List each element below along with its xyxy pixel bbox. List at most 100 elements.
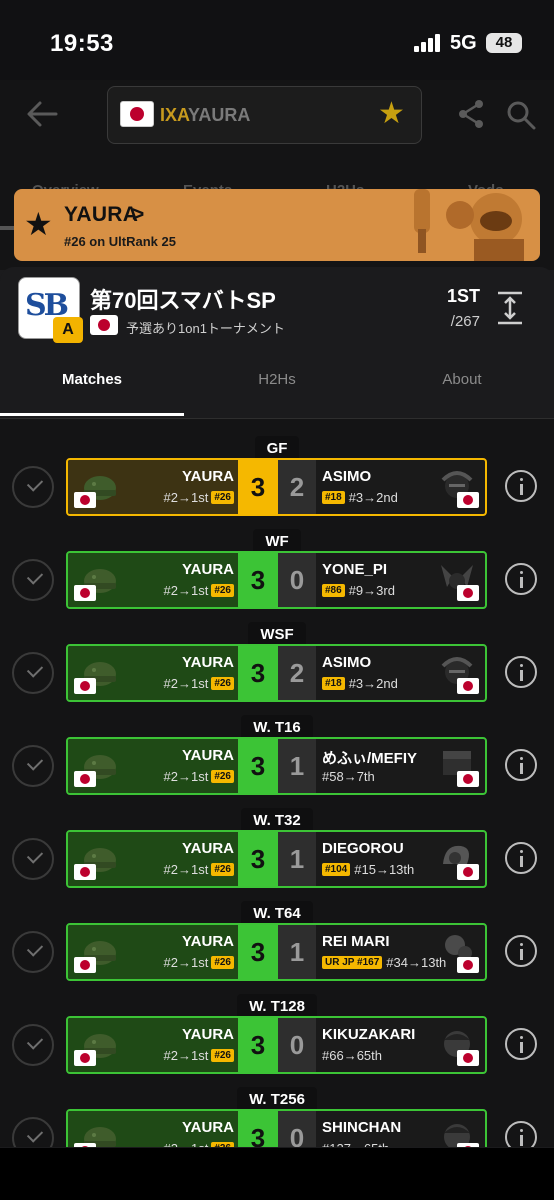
winner-name[interactable]: YAURA [182, 747, 234, 764]
match-row[interactable]: W. T128 YAURA #2→1st #26 3 0 KIKUZAKARI … [0, 994, 554, 1087]
back-arrow-icon[interactable] [24, 96, 60, 132]
loser-name[interactable]: REI MARI [322, 933, 390, 950]
active-tab-underline [0, 413, 184, 416]
match-row[interactable]: WSF YAURA #2→1st #26 3 2 ASIMO #18 #3→2n… [0, 622, 554, 715]
loser-seed-text: #9→3rd [348, 583, 395, 598]
match-card[interactable]: YAURA #2→1st #26 3 2 ASIMO #18 #3→2nd [66, 458, 487, 516]
loser-seed: #58→7th [322, 769, 375, 784]
japan-flag-icon [457, 1050, 479, 1066]
info-icon[interactable] [505, 470, 537, 502]
winner-seed: #2→1st #26 [164, 862, 234, 877]
info-icon[interactable] [505, 1121, 537, 1147]
japan-flag-icon [74, 492, 96, 508]
winner-score: 3 [238, 553, 278, 607]
info-icon[interactable] [505, 563, 537, 595]
winner-name[interactable]: YAURA [182, 933, 234, 950]
info-icon[interactable] [505, 1028, 537, 1060]
loser-score: 0 [278, 1018, 316, 1072]
check-icon[interactable] [12, 1024, 54, 1066]
check-icon[interactable] [12, 466, 54, 508]
tournament-subtitle: 予選あり1on1トーナメント [126, 321, 285, 336]
loser-name[interactable]: ASIMO [322, 654, 371, 671]
match-row[interactable]: W. T32 YAURA #2→1st #26 3 1 DIEGOROU #10… [0, 808, 554, 901]
check-icon[interactable] [12, 559, 54, 601]
match-row[interactable]: WF YAURA #2→1st #26 3 0 YONE_PI #86 #9→3… [0, 529, 554, 622]
winner-seed-text: #2→1st [163, 676, 209, 691]
winner-name[interactable]: YAURA [182, 561, 234, 578]
winner-score: 3 [238, 460, 278, 514]
winner-score: 3 [238, 1018, 278, 1072]
winner-name[interactable]: YAURA [182, 468, 234, 485]
player-search-pill[interactable]: IXA YAURA ★ [107, 86, 422, 144]
loser-score: 1 [278, 925, 316, 979]
winner-side: YAURA #2→1st #26 [68, 553, 238, 607]
winner-name[interactable]: YAURA [182, 654, 234, 671]
match-row[interactable]: GF YAURA #2→1st #26 3 2 ASIMO #18 #3→2nd [0, 436, 554, 529]
tournament-title: 第70回スマバトSP [90, 288, 276, 313]
match-card[interactable]: YAURA #2→1st #26 3 0 KIKUZAKARI #66→65th [66, 1016, 487, 1074]
japan-flag-icon [74, 678, 96, 694]
loser-seed: #18 #3→2nd [322, 676, 398, 691]
info-icon[interactable] [505, 935, 537, 967]
match-card[interactable]: YAURA #2→1st #26 3 0 SHINCHAN #127→65th [66, 1109, 487, 1147]
loser-name[interactable]: めふぃ/MEFIY [322, 747, 417, 768]
check-icon[interactable] [12, 931, 54, 973]
loser-name[interactable]: KIKUZAKARI [322, 1026, 415, 1043]
expand-icon[interactable] [494, 291, 526, 325]
search-icon[interactable] [506, 100, 536, 130]
rank-banner[interactable]: ★ YAURA > #26 on UltRank 25 [14, 189, 540, 261]
loser-seed: #18 #3→2nd [322, 490, 398, 505]
match-card[interactable]: YAURA #2→1st #26 3 0 YONE_PI #86 #9→3rd [66, 551, 487, 609]
match-card[interactable]: YAURA #2→1st #26 3 2 ASIMO #18 #3→2nd [66, 644, 487, 702]
match-card[interactable]: YAURA #2→1st #26 3 1 めふぃ/MEFIY #58→7th [66, 737, 487, 795]
match-card[interactable]: YAURA #2→1st #26 3 1 DIEGOROU #104 #15→1… [66, 830, 487, 888]
winner-seed: #2→1st #26 [164, 583, 234, 598]
share-icon[interactable] [456, 98, 486, 130]
japan-flag-icon [457, 585, 479, 601]
loser-rank-tag: #18 [322, 677, 345, 690]
japan-flag-icon [457, 678, 479, 694]
loser-seed-text: #3→2nd [348, 676, 398, 691]
winner-rank-tag: #26 [211, 491, 234, 504]
tier-badge: A [53, 317, 83, 343]
loser-name[interactable]: ASIMO [322, 468, 371, 485]
tab-h2hs[interactable]: H2Hs [185, 371, 369, 388]
tab-matches[interactable]: Matches [0, 371, 184, 388]
winner-rank-tag: #26 [211, 677, 234, 690]
tab-about[interactable]: About [370, 371, 554, 388]
match-card[interactable]: YAURA #2→1st #26 3 1 REI MARI UR JP #167… [66, 923, 487, 981]
winner-rank-tag: #26 [211, 1049, 234, 1062]
match-row[interactable]: W. T256 YAURA #2→1st #26 3 0 SHINCHAN #1… [0, 1087, 554, 1147]
check-icon[interactable] [12, 745, 54, 787]
winner-score: 3 [238, 832, 278, 886]
loser-name[interactable]: DIEGOROU [322, 840, 404, 857]
winner-name[interactable]: YAURA [182, 840, 234, 857]
info-icon[interactable] [505, 656, 537, 688]
loser-score: 1 [278, 739, 316, 793]
loser-side: ASIMO #18 #3→2nd [316, 646, 485, 700]
japan-flag-icon [74, 585, 96, 601]
match-row[interactable]: W. T16 YAURA #2→1st #26 3 1 めふぃ/MEFIY #5… [0, 715, 554, 808]
winner-score: 3 [238, 925, 278, 979]
favorite-star-icon[interactable]: ★ [378, 99, 405, 129]
loser-name[interactable]: SHINCHAN [322, 1119, 401, 1136]
japan-flag-icon [74, 771, 96, 787]
chevron-right-icon: > [132, 203, 145, 226]
loser-side: ASIMO #18 #3→2nd [316, 460, 485, 514]
status-bar: 19:53 5G 48 [0, 0, 554, 80]
winner-seed: #2→1st #26 [164, 955, 234, 970]
loser-score: 2 [278, 460, 316, 514]
winner-side: YAURA #2→1st #26 [68, 925, 238, 979]
loser-name[interactable]: YONE_PI [322, 561, 387, 578]
winner-name[interactable]: YAURA [182, 1026, 234, 1043]
info-icon[interactable] [505, 749, 537, 781]
winner-name[interactable]: YAURA [182, 1119, 234, 1136]
winner-score: 3 [238, 739, 278, 793]
info-icon[interactable] [505, 842, 537, 874]
match-row[interactable]: W. T64 YAURA #2→1st #26 3 1 REI MARI UR … [0, 901, 554, 994]
check-icon[interactable] [12, 1117, 54, 1147]
check-icon[interactable] [12, 652, 54, 694]
check-icon[interactable] [12, 838, 54, 880]
winner-side: YAURA #2→1st #26 [68, 646, 238, 700]
network-label: 5G [450, 32, 477, 54]
